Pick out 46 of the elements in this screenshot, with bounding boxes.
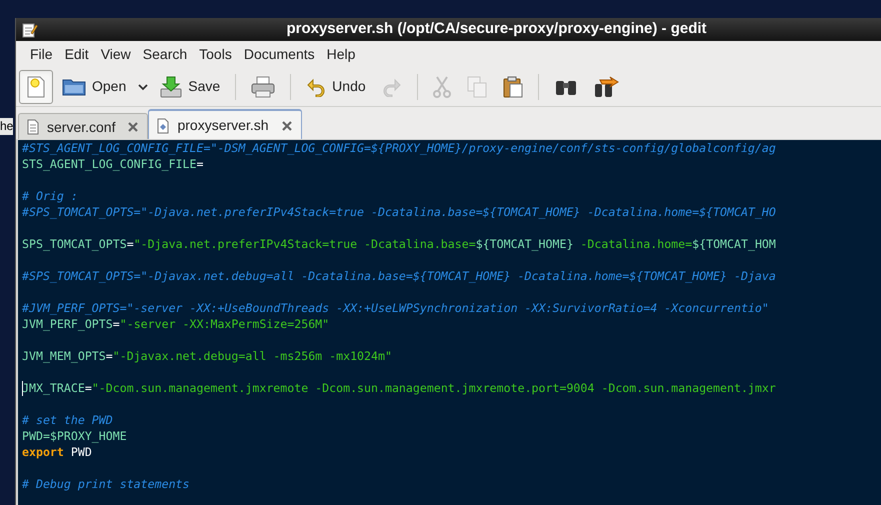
folder-icon — [62, 76, 86, 96]
code-line: JVM_PERF_OPTS="-server -XX:MaxPermSize=256M" — [22, 316, 330, 332]
code-line: SPS_TOMCAT_OPTS="-Djava.net.preferIPv4Stack=true -Dcatalina.base=${TOMCAT_HOME} -Dcatalina.home=${TOMCAT_HOM — [22, 236, 777, 252]
code-line: JMX_TRACE="-Dcom.sun.management.jmxremote -Dcom.sun.management.jmxremote.port=9004 -Dcom.sun.management.jmxr — [22, 380, 777, 396]
notepad-pencil-icon — [22, 22, 38, 38]
document-icon — [157, 118, 170, 134]
menu-item[interactable]: Edit — [58, 41, 95, 67]
close-icon[interactable] — [127, 121, 140, 133]
code-line: # set the PWD — [22, 412, 114, 428]
caret-icon — [138, 82, 148, 90]
printer-icon — [251, 76, 276, 98]
binoculars-arrow-icon — [594, 76, 620, 98]
new-document-button[interactable] — [19, 70, 53, 104]
desktop-label: he — [0, 118, 14, 135]
scissors-icon — [432, 76, 451, 98]
document-tab[interactable]: proxyserver.sh — [148, 109, 302, 140]
code-line: #JVM_PERF_OPTS="-server -XX:+UseBoundThreads -XX:+UseLWPSynchronization -XX:SurvivorRatio=4 -Xconcurrentio" — [22, 300, 770, 316]
code-line: STS_AGENT_LOG_CONFIG_FILE= — [22, 156, 204, 172]
code-editor[interactable] — [16, 139, 881, 505]
code-line: # Orig : — [22, 188, 79, 204]
code-line: PWD=$PROXY_HOME — [22, 428, 128, 444]
menu-item[interactable]: Tools — [193, 41, 238, 67]
redo-arrow-icon — [382, 76, 402, 96]
download-tray-icon — [160, 76, 182, 98]
close-icon[interactable] — [280, 120, 293, 132]
open-button[interactable]: Open — [55, 70, 134, 104]
menu-item[interactable]: File — [24, 41, 59, 67]
menu-item[interactable]: Documents — [238, 41, 321, 67]
undo-button[interactable]: Undo — [299, 70, 373, 104]
undo-arrow-icon — [306, 76, 326, 96]
code-line: JVM_MEM_OPTS="-Djavax.net.debug=all -ms256m -mx1024m" — [22, 348, 393, 364]
menu-item[interactable]: Help — [320, 41, 362, 67]
code-line: #SPS_TOMCAT_OPTS="-Djavax.net.debug=all -Dcatalina.base=${TOMCAT_HOME} -Dcatalina.home=${TOMCAT_HOME} -Djava — [22, 268, 777, 284]
new-document-icon — [26, 76, 46, 98]
window-title: proxyserver.sh (/opt/CA/secure-proxy/proxy-engine) - gedit — [285, 19, 708, 40]
save-button[interactable]: Save — [153, 70, 228, 104]
copy-icon — [466, 76, 487, 98]
clipboard-icon — [502, 76, 523, 98]
menu-item[interactable]: View — [94, 41, 137, 67]
code-line: # Debug print statements — [22, 476, 191, 492]
document-tab[interactable]: server.conf — [18, 113, 148, 140]
code-line: export PWD — [22, 444, 93, 460]
code-line: #STS_AGENT_LOG_CONFIG_FILE="-DSM_AGENT_LOG_CONFIG=${PROXY_HOME}/proxy-engine/conf/sts-config/globalconfig/ag — [22, 140, 777, 156]
document-icon — [27, 119, 39, 135]
menu-item[interactable]: Search — [136, 41, 194, 67]
code-line: #SPS_TOMCAT_OPTS="-Djava.net.preferIPv4Stack=true -Dcatalina.base=${TOMCAT_HOME} -Dcatalina.home=${TOMCAT_HO — [22, 204, 777, 220]
